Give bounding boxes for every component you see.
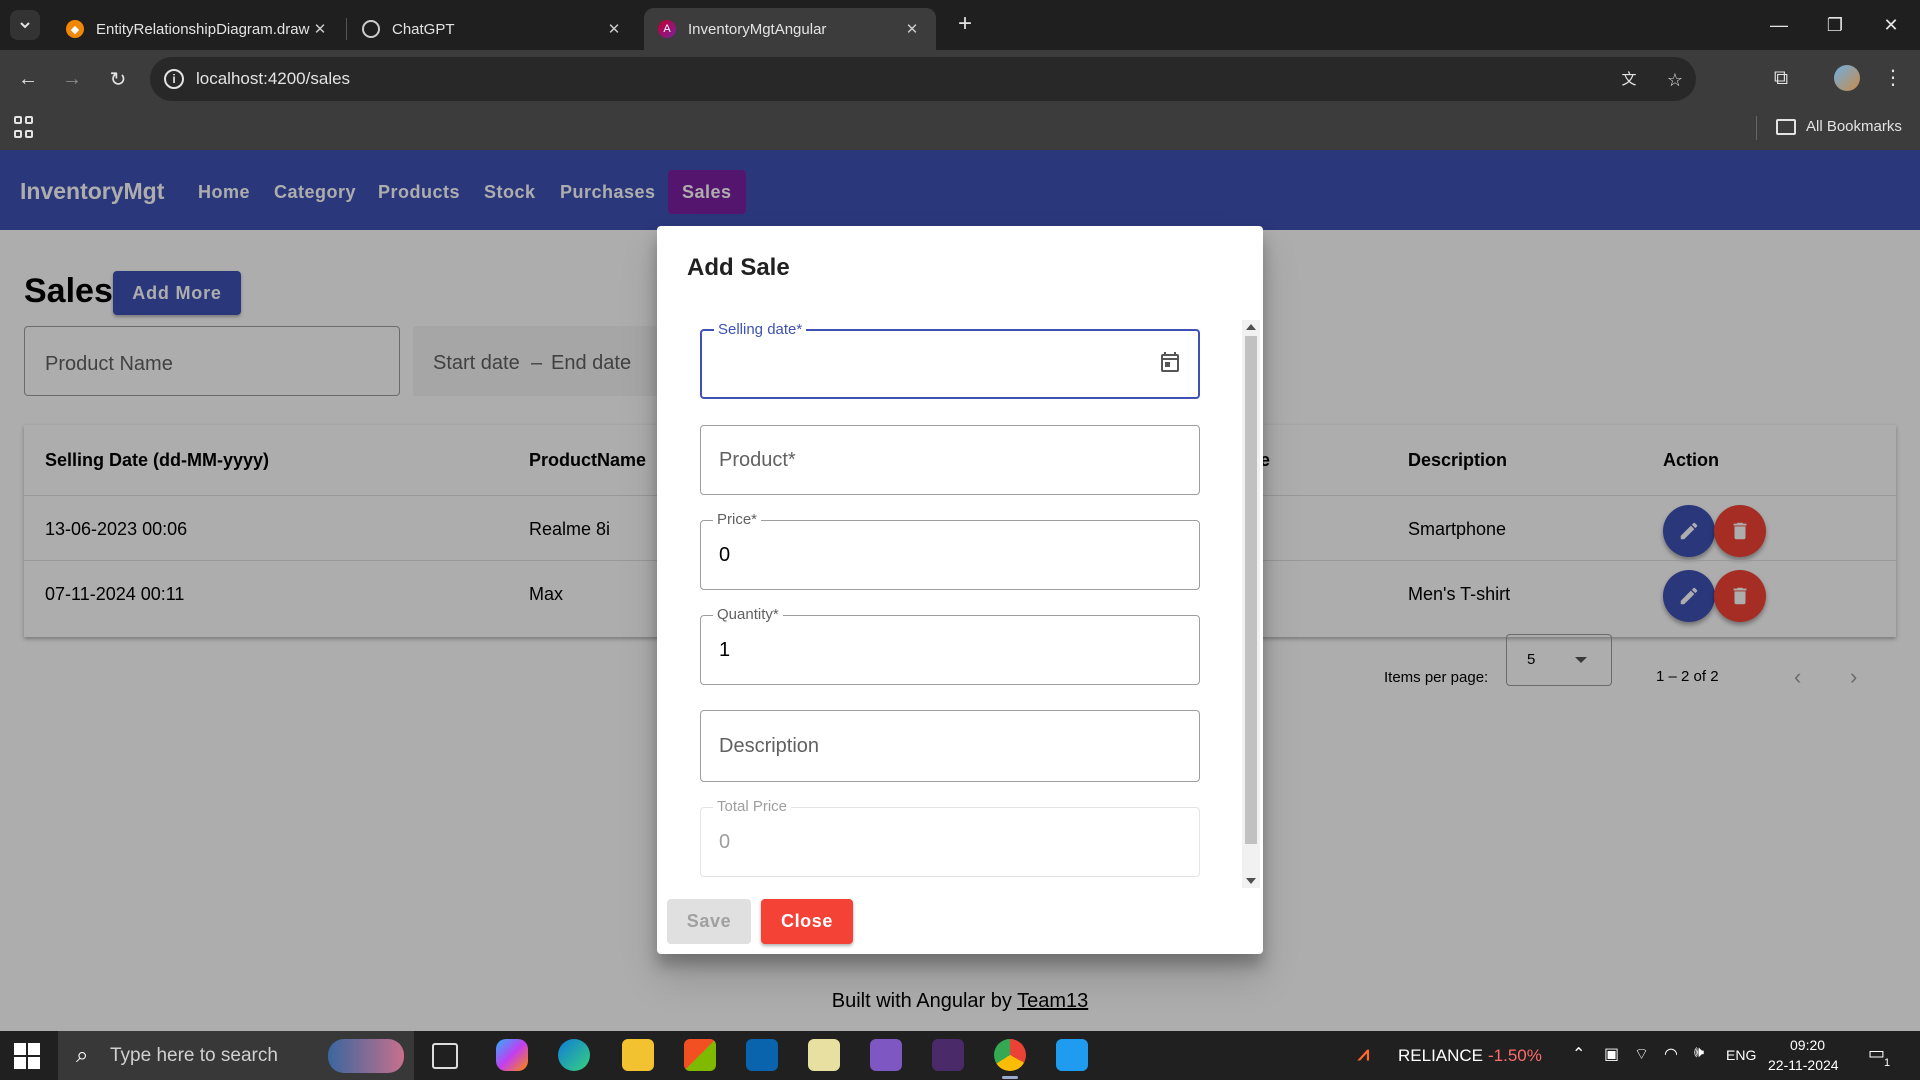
search-icon: ⌕ bbox=[76, 1042, 89, 1067]
minimize-icon[interactable]: — bbox=[1750, 0, 1808, 50]
tab-title: EntityRelationshipDiagram.draw bbox=[96, 20, 310, 38]
windows-start-icon[interactable] bbox=[14, 1043, 40, 1069]
add-sale-dialog: Add Sale Selling date* Product* Price* 0… bbox=[657, 226, 1263, 954]
selling-date-label: Selling date* bbox=[714, 321, 807, 338]
product-placeholder: Product* bbox=[719, 449, 796, 471]
language-indicator[interactable]: ENG bbox=[1726, 1047, 1756, 1063]
vscode-icon[interactable] bbox=[1056, 1039, 1088, 1071]
drawio-favicon-icon: ◆ bbox=[66, 20, 84, 38]
clock-time[interactable]: 09:20 bbox=[1790, 1037, 1825, 1053]
meet-icon[interactable]: ▣ bbox=[1604, 1044, 1619, 1064]
chrome-icon[interactable] bbox=[994, 1039, 1026, 1071]
stock-change[interactable]: -1.50% bbox=[1488, 1046, 1542, 1066]
reload-icon[interactable]: ↻ bbox=[100, 61, 136, 97]
quantity-field[interactable]: Quantity* 1 bbox=[700, 606, 1200, 685]
task-view-icon[interactable] bbox=[432, 1043, 458, 1069]
selling-date-field[interactable]: Selling date* bbox=[700, 321, 1200, 399]
translate-icon[interactable]: 文 bbox=[1616, 67, 1642, 93]
folder-icon bbox=[1776, 118, 1796, 135]
forward-arrow-icon[interactable]: → bbox=[54, 61, 90, 97]
close-window-icon[interactable]: ✕ bbox=[1862, 0, 1920, 50]
stock-trend-icon[interactable]: ⩘ bbox=[1358, 1043, 1369, 1066]
tab-title: ChatGPT bbox=[392, 20, 455, 38]
save-button[interactable]: Save bbox=[667, 899, 751, 944]
scroll-down-icon[interactable] bbox=[1246, 878, 1256, 884]
taskbar-search[interactable]: ⌕ Type here to search bbox=[58, 1031, 414, 1080]
scroll-up-icon[interactable] bbox=[1246, 324, 1256, 330]
product-field[interactable]: Product* bbox=[700, 425, 1200, 495]
terminal-icon[interactable] bbox=[932, 1039, 964, 1071]
all-bookmarks-label: All Bookmarks bbox=[1806, 118, 1902, 135]
search-highlight-icon bbox=[328, 1039, 404, 1073]
restore-icon[interactable]: ❐ bbox=[1806, 0, 1864, 50]
browser-tab-bar: ◆ EntityRelationshipDiagram.draw ✕ ChatG… bbox=[0, 0, 1920, 50]
active-app-indicator bbox=[1002, 1076, 1018, 1079]
tab-search-button[interactable] bbox=[10, 10, 40, 40]
browser-toolbar: ← → ↻ i localhost:4200/sales ☆ 文 ⧉ ⋮ bbox=[0, 50, 1920, 108]
tab-title: InventoryMgtAngular bbox=[688, 20, 827, 38]
tab-inventory[interactable]: A InventoryMgtAngular ✕ bbox=[644, 8, 936, 50]
dialog-scrollbar[interactable] bbox=[1242, 320, 1260, 888]
site-info-icon[interactable]: i bbox=[164, 69, 184, 89]
edge-icon[interactable] bbox=[558, 1039, 590, 1071]
visual-studio-icon[interactable] bbox=[870, 1039, 902, 1071]
windows-taskbar: ⌕ Type here to search ⩘ RELIANCE -1.50% … bbox=[0, 1031, 1920, 1080]
clock-date[interactable]: 22-11-2024 bbox=[1768, 1057, 1839, 1073]
volume-icon[interactable]: 🕪 bbox=[1694, 1044, 1704, 1062]
extensions-icon[interactable]: ⧉ bbox=[1766, 63, 1796, 93]
wifi-icon[interactable]: ◠ bbox=[1664, 1044, 1678, 1064]
outlook-icon[interactable] bbox=[746, 1039, 778, 1071]
menu-kebab-icon[interactable]: ⋮ bbox=[1878, 63, 1908, 93]
network-icon[interactable]: ⌔ bbox=[1634, 1044, 1649, 1064]
notification-icon[interactable]: ▭ bbox=[1868, 1043, 1885, 1064]
tab-chatgpt[interactable]: ChatGPT ✕ bbox=[348, 8, 638, 50]
new-tab-button[interactable]: + bbox=[950, 10, 980, 40]
chevron-down-icon bbox=[20, 22, 30, 29]
scrollbar-thumb[interactable] bbox=[1245, 336, 1257, 844]
dialog-title: Add Sale bbox=[687, 254, 790, 281]
stock-name[interactable]: RELIANCE bbox=[1398, 1046, 1483, 1066]
price-label: Price* bbox=[713, 511, 762, 528]
close-tab-icon[interactable]: ✕ bbox=[310, 20, 330, 38]
chatgpt-favicon-icon bbox=[362, 20, 380, 38]
snipping-tool-icon[interactable] bbox=[808, 1039, 840, 1071]
quantity-value[interactable]: 1 bbox=[719, 639, 730, 662]
quantity-label: Quantity* bbox=[713, 606, 783, 623]
url-text[interactable]: localhost:4200/sales bbox=[196, 69, 350, 89]
close-tab-icon[interactable]: ✕ bbox=[604, 20, 624, 38]
address-bar[interactable]: i localhost:4200/sales ☆ 文 bbox=[150, 57, 1696, 101]
tab-separator bbox=[346, 18, 347, 40]
chevron-up-icon[interactable]: ⌃ bbox=[1572, 1044, 1585, 1064]
all-bookmarks-button[interactable]: All Bookmarks bbox=[1776, 118, 1902, 135]
price-value[interactable]: 0 bbox=[719, 544, 730, 567]
calendar-icon[interactable] bbox=[1158, 351, 1182, 375]
profile-avatar[interactable] bbox=[1834, 65, 1860, 91]
description-field[interactable]: Description bbox=[700, 710, 1200, 782]
total-price-field: Total Price 0 bbox=[700, 798, 1200, 877]
total-price-label: Total Price bbox=[713, 798, 792, 815]
back-arrow-icon[interactable]: ← bbox=[10, 61, 46, 97]
bookmarks-bar: All Bookmarks bbox=[0, 108, 1920, 150]
angular-favicon-icon: A bbox=[658, 20, 676, 38]
description-placeholder: Description bbox=[719, 735, 820, 757]
price-field[interactable]: Price* 0 bbox=[700, 511, 1200, 590]
close-button[interactable]: Close bbox=[761, 899, 853, 944]
star-icon[interactable]: ☆ bbox=[1662, 67, 1688, 93]
tab-drawio[interactable]: ◆ EntityRelationshipDiagram.draw ✕ bbox=[52, 8, 344, 50]
taskbar-search-placeholder: Type here to search bbox=[110, 1045, 278, 1066]
bookmarks-separator bbox=[1756, 116, 1757, 140]
notification-count: 1 bbox=[1884, 1057, 1891, 1069]
close-tab-icon[interactable]: ✕ bbox=[902, 20, 922, 38]
file-explorer-icon[interactable] bbox=[622, 1039, 654, 1071]
store-icon[interactable] bbox=[684, 1039, 716, 1071]
apps-grid-icon[interactable] bbox=[14, 116, 38, 140]
copilot-icon[interactable] bbox=[496, 1039, 528, 1071]
total-price-value: 0 bbox=[719, 831, 731, 853]
